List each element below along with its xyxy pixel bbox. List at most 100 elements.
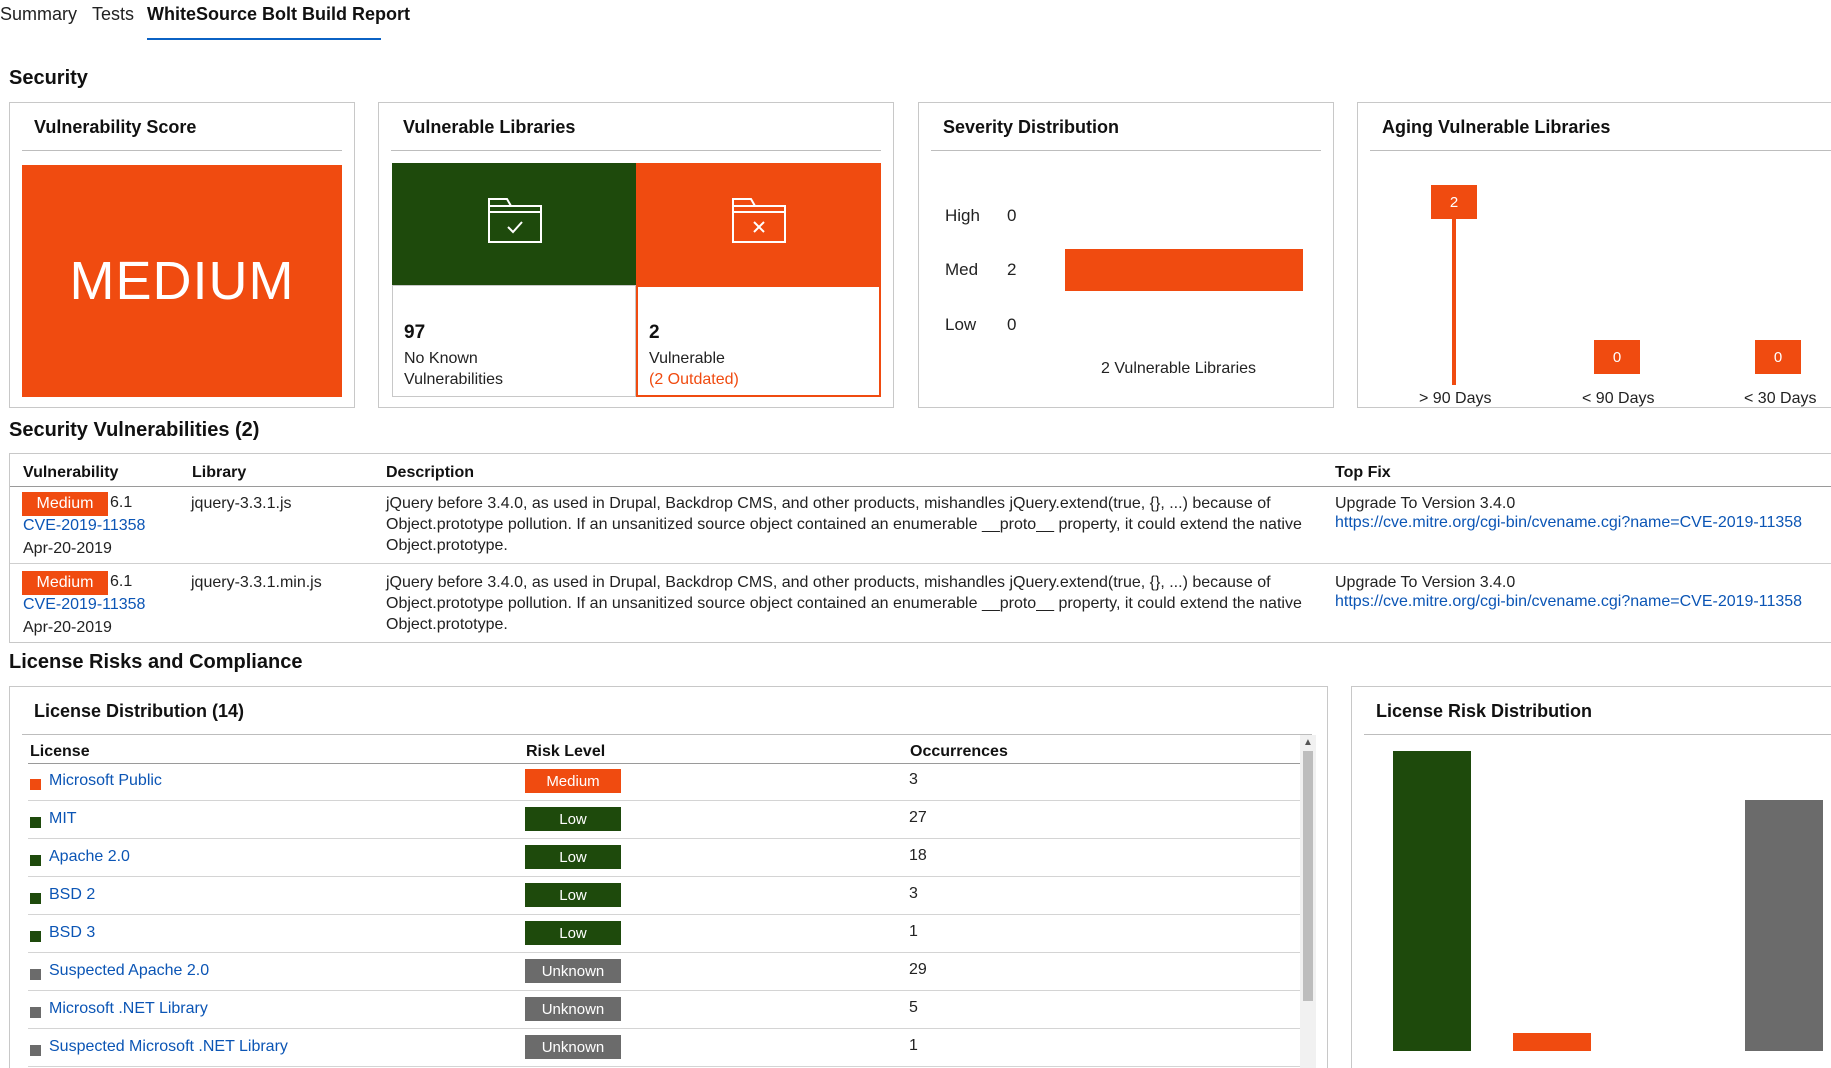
risk-bar-low [1393, 751, 1471, 1051]
tab-tests[interactable]: Tests [92, 4, 134, 25]
description-line: Object.prototype pollution. If an unsani… [386, 516, 1302, 533]
license-color-swatch [30, 779, 41, 790]
aging-label-under30: < 30 Days [1744, 390, 1817, 407]
vulnerabilities-section-title: Security Vulnerabilities (2) [9, 419, 260, 441]
license-name[interactable]: Suspected Microsoft .NET Library [49, 1038, 288, 1056]
divider [1364, 734, 1831, 735]
occurrences: 29 [909, 961, 927, 978]
folder-check-icon [488, 198, 542, 243]
severity-med-label: Med [945, 260, 979, 279]
license-name[interactable]: MIT [49, 810, 77, 828]
risk-badge: Low [525, 845, 621, 869]
cve-date: Apr-20-2019 [23, 619, 112, 636]
license-name[interactable]: BSD 3 [49, 924, 95, 942]
severity-footer: 2 Vulnerable Libraries [1101, 360, 1257, 377]
occurrences: 1 [909, 1037, 918, 1054]
vulnerabilities-table: Vulnerability Library Description Top Fi… [9, 453, 1831, 643]
tab-whitesource-report[interactable]: WhiteSource Bolt Build Report [147, 4, 410, 25]
active-tab-indicator [147, 38, 381, 40]
severity-badge: Medium [22, 571, 108, 595]
cvss-score: 6.1 [110, 573, 133, 590]
severity-low-count: 0 [1007, 315, 1017, 334]
occurrences: 27 [909, 809, 927, 826]
description-line: jQuery before 3.4.0, as used in Drupal, … [386, 495, 1271, 512]
severity-distribution-card: Severity Distribution High 0 Med 2 Low 0… [918, 102, 1334, 408]
top-fix-text: Upgrade To Version 3.4.0 [1335, 574, 1516, 591]
row-divider [28, 1028, 1300, 1029]
card-title: Vulnerability Score [34, 117, 197, 137]
card-title: Vulnerable Libraries [403, 117, 576, 137]
header-vulnerability: Vulnerability [23, 464, 119, 481]
safe-libraries-summary: 97 No Known Vulnerabilities [392, 285, 636, 397]
occurrences: 3 [909, 771, 918, 788]
license-section-title: License Risks and Compliance [9, 651, 303, 673]
aging-libraries-card: Aging Vulnerable Libraries 2 > 90 Days 0… [1357, 102, 1831, 408]
risk-badge: Low [525, 883, 621, 907]
top-fix-text: Upgrade To Version 3.4.0 [1335, 495, 1516, 512]
row-divider [10, 563, 1831, 564]
scrollbar-thumb[interactable] [1303, 751, 1313, 1001]
severity-med-bar [1065, 249, 1303, 291]
license-name[interactable]: Apache 2.0 [49, 848, 130, 866]
risk-badge: Medium [525, 769, 621, 793]
vulnerable-label: Vulnerable [649, 350, 725, 367]
occurrences: 3 [909, 885, 918, 902]
library-name: jquery-3.3.1.js [191, 495, 292, 512]
score-value: MEDIUM [22, 165, 342, 397]
scroll-up-icon[interactable]: ▲ [1303, 737, 1313, 748]
header-risk-level: Risk Level [526, 743, 606, 760]
license-distribution-card: License Distribution (14) License Risk L… [9, 686, 1328, 1068]
license-color-swatch [30, 969, 41, 980]
license-name[interactable]: Suspected Apache 2.0 [49, 962, 209, 980]
divider [391, 150, 881, 151]
description-line: Object.prototype. [386, 537, 508, 554]
aging-bar-90plus [1452, 203, 1456, 385]
cve-link[interactable]: CVE-2019-11358 [23, 517, 145, 535]
header-divider [10, 486, 1831, 487]
tab-summary[interactable]: Summary [0, 4, 77, 25]
top-fix-link[interactable]: https://cve.mitre.org/cgi-bin/cvename.cg… [1335, 514, 1802, 532]
license-color-swatch [30, 1045, 41, 1056]
folder-x-icon [732, 198, 786, 243]
card-title: License Distribution (14) [34, 701, 245, 721]
safe-count: 97 [404, 322, 426, 343]
license-color-swatch [30, 893, 41, 904]
header-license: License [30, 743, 90, 760]
vulnerable-count: 2 [649, 322, 660, 343]
license-name[interactable]: Microsoft Public [49, 772, 162, 790]
risk-badge: Low [525, 921, 621, 945]
safe-label-line1: No Known [404, 350, 478, 367]
header-divider [28, 763, 1300, 764]
description-line: jQuery before 3.4.0, as used in Drupal, … [386, 574, 1271, 591]
top-fix-link[interactable]: https://cve.mitre.org/cgi-bin/cvename.cg… [1335, 593, 1802, 611]
row-divider [28, 990, 1300, 991]
safe-libraries-tile[interactable] [392, 163, 636, 285]
divider [1370, 150, 1831, 151]
risk-bar-medium [1513, 1033, 1591, 1051]
cve-link[interactable]: CVE-2019-11358 [23, 596, 145, 614]
license-name[interactable]: Microsoft .NET Library [49, 1000, 208, 1018]
header-top-fix: Top Fix [1335, 464, 1391, 481]
cvss-score: 6.1 [110, 494, 133, 511]
row-divider [28, 1066, 1300, 1067]
aging-count-under30: 0 [1755, 340, 1801, 374]
aging-count-under90: 0 [1594, 340, 1640, 374]
risk-bar-unknown [1745, 800, 1823, 1051]
library-name: jquery-3.3.1.min.js [191, 574, 322, 591]
security-section-title: Security [9, 67, 88, 89]
occurrences: 1 [909, 923, 918, 940]
divider [22, 150, 342, 151]
header-occurrences: Occurrences [910, 743, 1008, 760]
aging-label-90plus: > 90 Days [1419, 390, 1492, 407]
severity-high-label: High [945, 206, 980, 225]
row-divider [28, 800, 1300, 801]
severity-low-label: Low [945, 315, 977, 334]
aging-label-under90: < 90 Days [1582, 390, 1655, 407]
cve-date: Apr-20-2019 [23, 540, 112, 557]
risk-badge: Unknown [525, 959, 621, 983]
vulnerable-libraries-tile[interactable] [636, 163, 881, 285]
license-color-swatch [30, 931, 41, 942]
row-divider [28, 876, 1300, 877]
vulnerable-libraries-card: Vulnerable Libraries 97 No Known Vulnera… [378, 102, 894, 408]
license-name[interactable]: BSD 2 [49, 886, 95, 904]
